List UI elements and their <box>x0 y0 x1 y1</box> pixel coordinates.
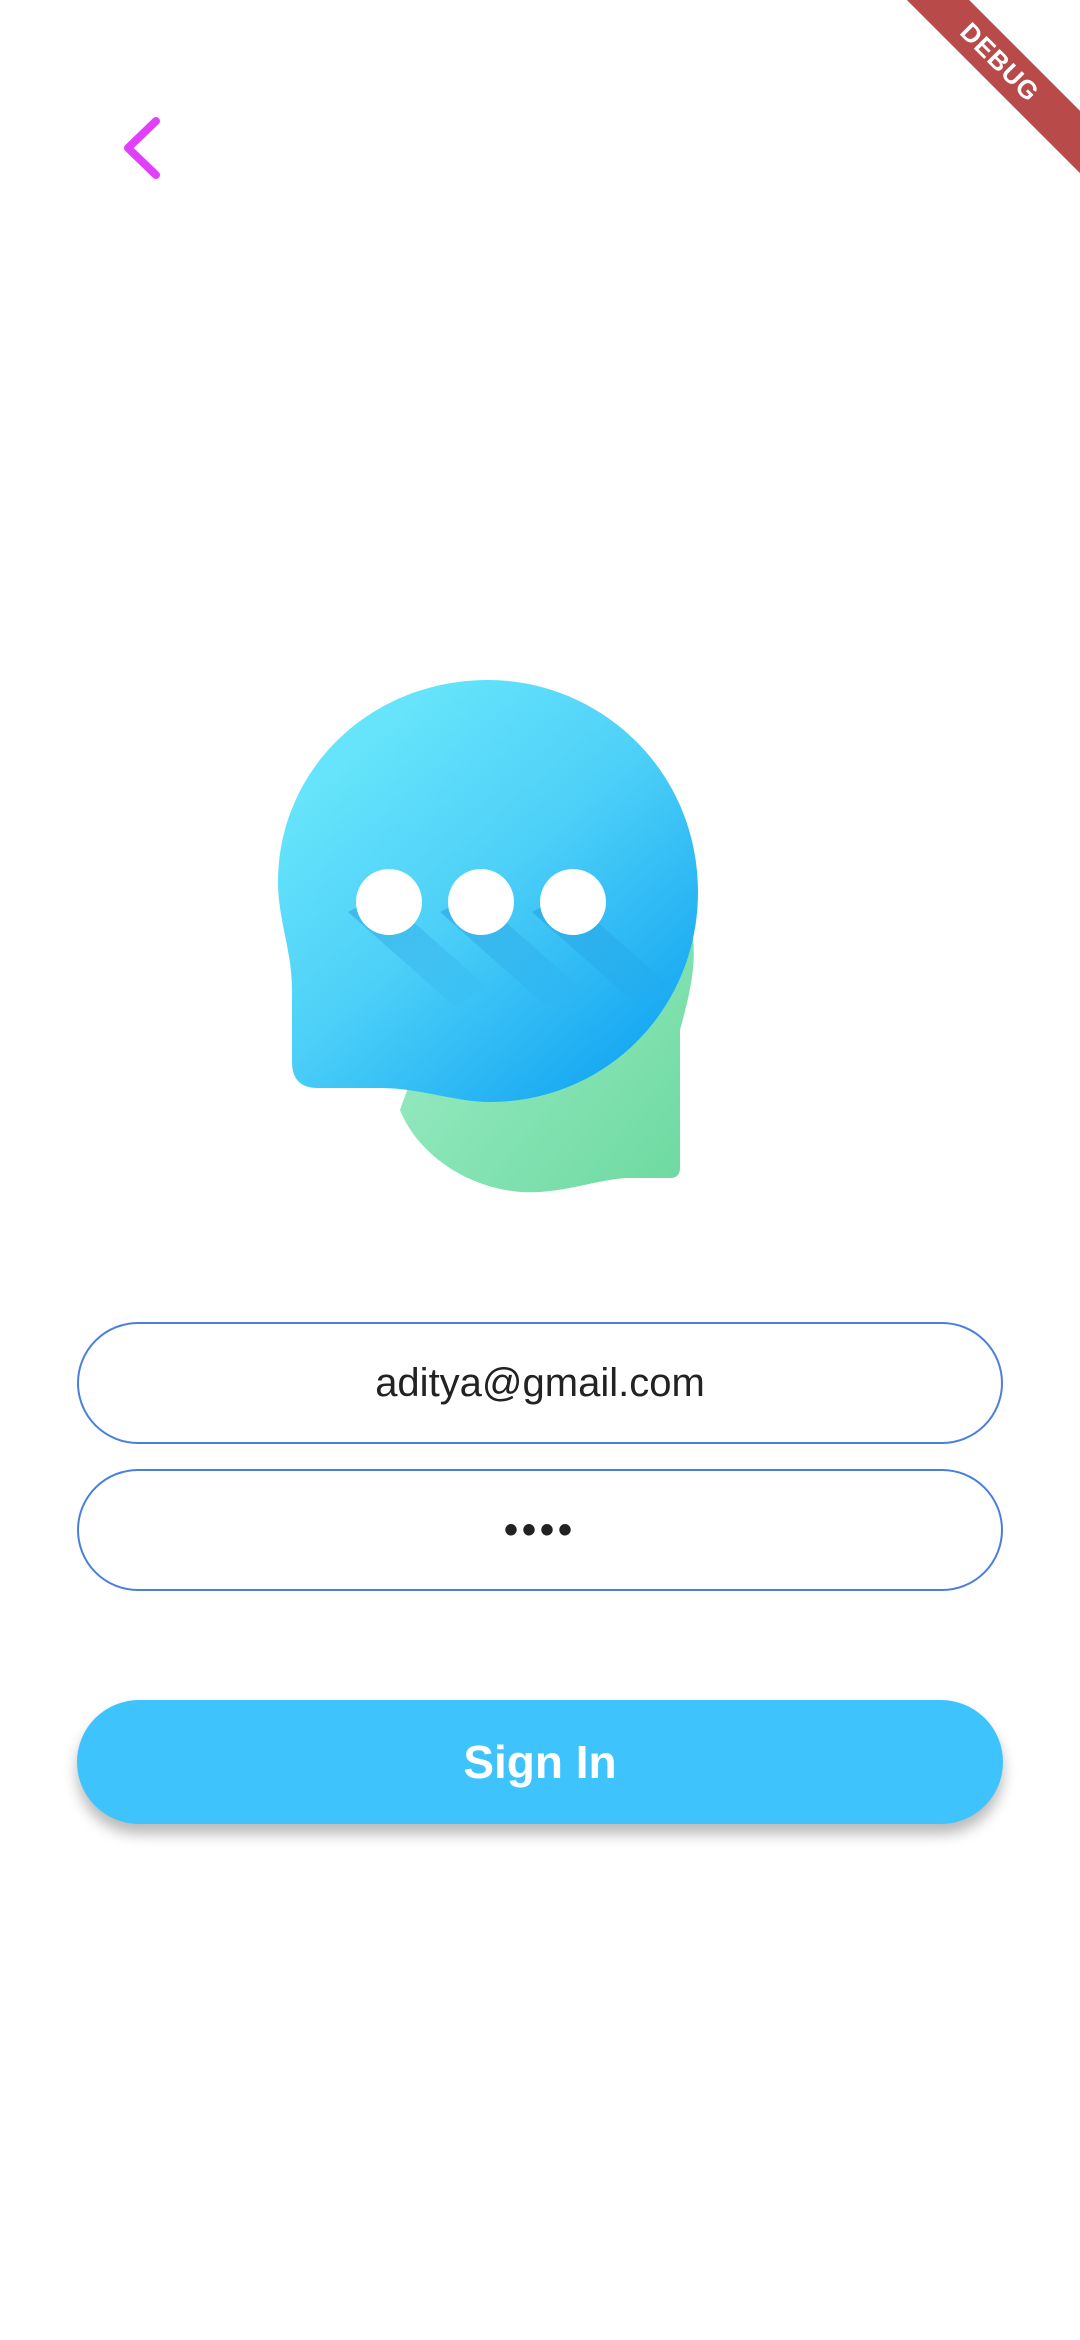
sign-in-button[interactable]: Sign In <box>77 1700 1003 1824</box>
chat-bubbles-logo <box>270 670 810 1200</box>
password-input[interactable] <box>138 1506 942 1554</box>
password-field[interactable] <box>77 1469 1003 1591</box>
email-input[interactable] <box>138 1359 942 1407</box>
email-field[interactable] <box>77 1322 1003 1444</box>
status-bar: 100% <box>0 0 1080 80</box>
chevron-left-icon <box>124 117 160 179</box>
battery-percentage: 100% <box>897 20 988 58</box>
chat-bubbles-icon <box>278 680 698 1193</box>
back-button[interactable] <box>108 108 178 188</box>
battery-icon <box>998 22 1020 58</box>
